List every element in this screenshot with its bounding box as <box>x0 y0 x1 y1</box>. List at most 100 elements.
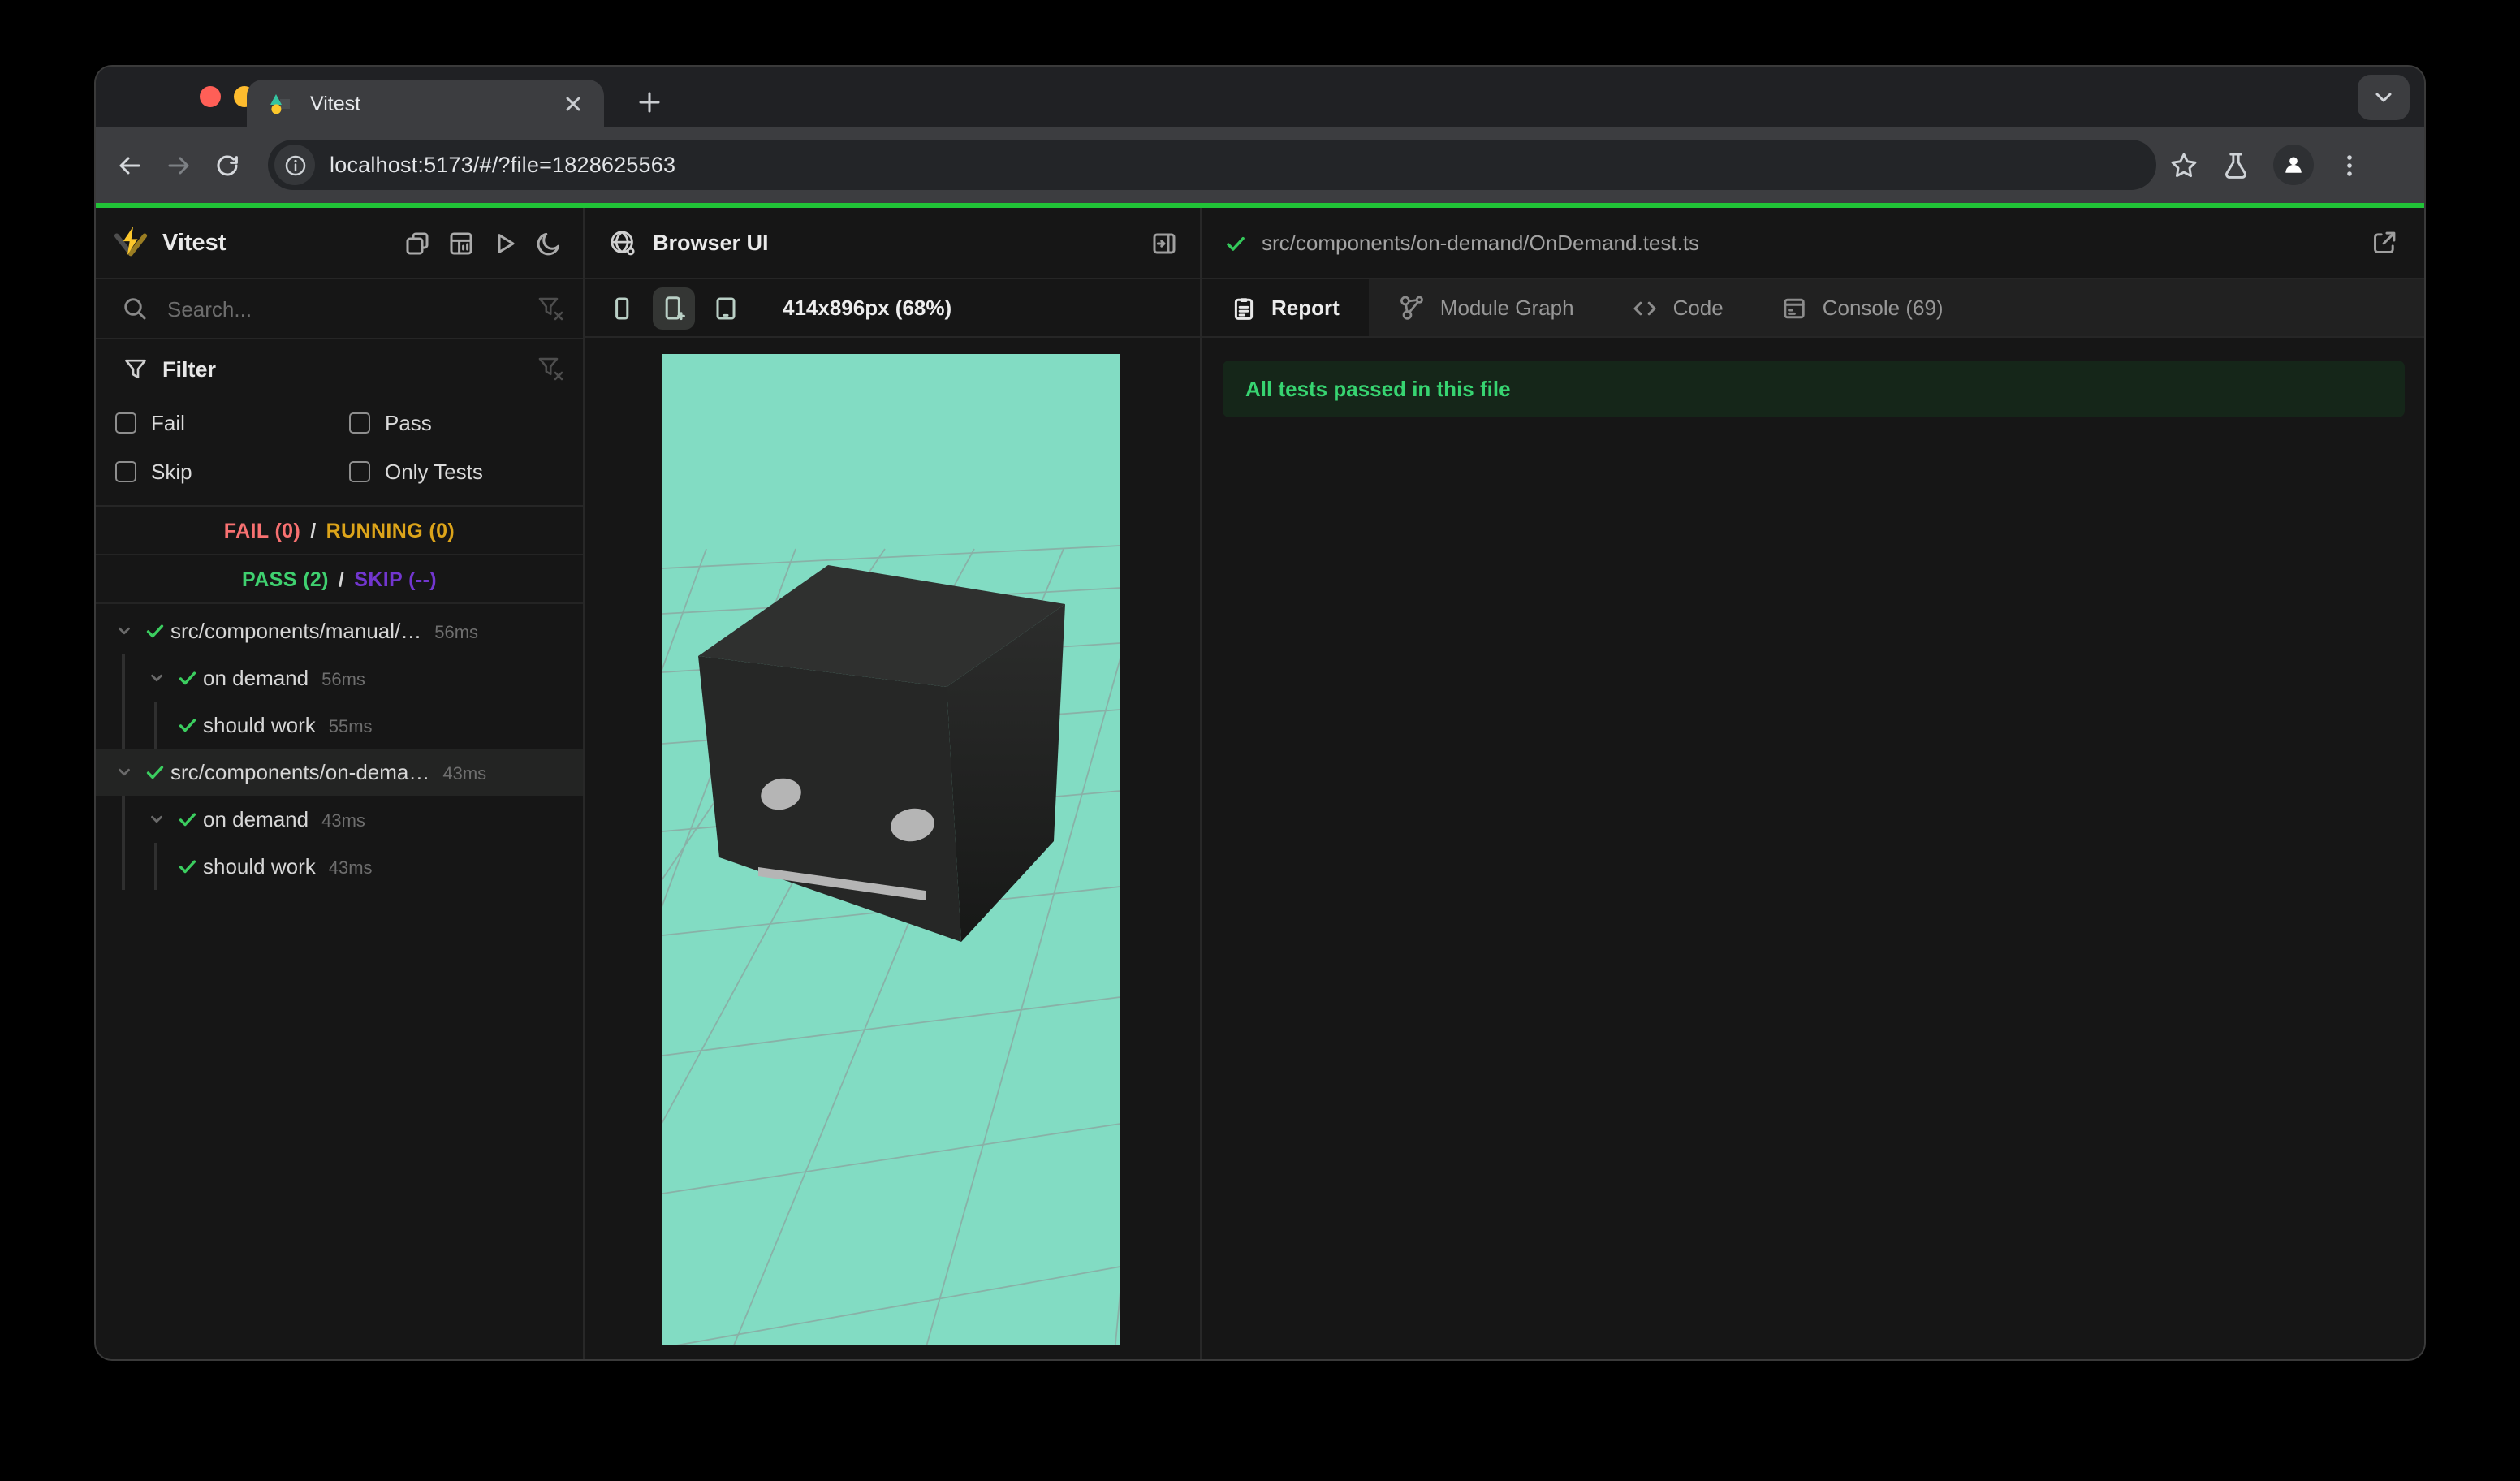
viewport-area <box>338 338 1200 1359</box>
dark-mode-icon[interactable] <box>534 228 563 257</box>
tab-label: Console (69) <box>1822 296 1944 320</box>
filter-option-only-tests[interactable]: Only Tests <box>349 447 583 495</box>
test-duration: 55ms <box>328 718 373 737</box>
close-window-button[interactable] <box>200 86 221 107</box>
test-case-row[interactable]: should work 55ms <box>96 702 583 749</box>
tab-title: Vitest <box>310 92 361 114</box>
search-row <box>96 279 583 339</box>
large-phone-viewport-button[interactable] <box>653 287 695 329</box>
tab-search-button[interactable] <box>2358 75 2410 120</box>
coverage-grid-icon[interactable] <box>447 228 476 257</box>
viewport-toolbar: 414x896px (68%) <box>585 279 1200 338</box>
chrome-toolbar: localhost:5173/#/?file=1828625563 <box>96 127 2424 203</box>
status-separator: / <box>338 568 345 590</box>
open-external-icon[interactable] <box>2371 229 2398 257</box>
profile-avatar[interactable] <box>2273 145 2314 185</box>
back-button[interactable] <box>106 140 154 189</box>
code-icon <box>1633 295 1659 321</box>
console-icon <box>1782 295 1808 321</box>
filter-option-pass[interactable]: Pass <box>349 398 583 447</box>
test-duration: 43ms <box>321 812 365 831</box>
browser-tab[interactable]: Vitest <box>247 80 604 127</box>
checkbox-label: Only Tests <box>385 459 483 483</box>
tree-indent-guide <box>122 654 124 702</box>
checkbox[interactable] <box>115 460 136 481</box>
status-separator: / <box>310 519 317 542</box>
search-input[interactable] <box>167 296 537 321</box>
clear-search-filter-icon[interactable] <box>537 296 563 322</box>
test-pass-check-icon <box>177 809 198 830</box>
tab-report[interactable]: Report <box>1202 279 1369 336</box>
toolbar-actions <box>2169 145 2362 185</box>
expand-chevron-icon[interactable] <box>148 668 167 688</box>
run-all-icon[interactable] <box>490 228 520 257</box>
checkbox[interactable] <box>349 460 370 481</box>
filter-option-skip[interactable]: Skip <box>115 447 349 495</box>
filter-funnel-icon <box>123 356 148 381</box>
tree-indent-guide <box>122 796 124 843</box>
report-panel: src/components/on-demand/OnDemand.test.t… <box>1202 208 2424 1359</box>
test-label: src/components/manual/… 56ms <box>170 619 479 643</box>
module-graph-icon <box>1398 294 1426 322</box>
test-case-row[interactable]: on demand 56ms <box>96 654 583 702</box>
dashboard-toggle-icon[interactable] <box>403 228 432 257</box>
tab-label: Code <box>1672 296 1724 320</box>
tab-module-graph[interactable]: Module Graph <box>1369 279 1603 336</box>
tablet-viewport-button[interactable] <box>705 287 747 329</box>
tab-label: Module Graph <box>1439 296 1574 320</box>
small-viewport-button[interactable] <box>601 287 643 329</box>
expand-chevron-icon[interactable] <box>115 621 135 641</box>
test-tree: src/components/manual/… 56ms on demand 56ms… <box>96 604 583 1359</box>
test-file-row[interactable]: src/components/on-dema… 43ms <box>96 749 583 796</box>
tab-console-69[interactable]: Console (69) <box>1753 279 1973 336</box>
test-duration: 43ms <box>442 765 487 784</box>
tab-code[interactable]: Code <box>1603 279 1753 336</box>
close-tab-icon[interactable] <box>559 89 588 118</box>
address-bar[interactable]: localhost:5173/#/?file=1828625563 <box>268 140 2156 190</box>
report-icon <box>1231 295 1257 321</box>
browser-ui-panel: Browser UI 414x896px (68%) <box>338 208 1202 1359</box>
site-info-icon[interactable] <box>274 145 315 185</box>
bookmark-star-icon[interactable] <box>2169 150 2199 179</box>
dock-panel-icon[interactable] <box>1151 230 1177 256</box>
checkbox[interactable] <box>349 412 370 433</box>
test-case-row[interactable]: on demand 43ms <box>96 796 583 843</box>
test-duration: 56ms <box>434 624 479 643</box>
checkbox[interactable] <box>115 412 136 433</box>
clear-filters-icon[interactable] <box>537 356 563 382</box>
test-label: on demand 56ms <box>203 666 365 690</box>
test-duration: 43ms <box>328 859 373 879</box>
report-tabs: Report Module Graph Code Console (69) <box>1202 279 2424 338</box>
globe-icon <box>609 229 636 257</box>
test-pass-check-icon <box>145 620 166 641</box>
3d-cube-scene <box>338 354 1152 1359</box>
menu-dots-icon[interactable] <box>2337 152 2362 178</box>
tree-indent-guide <box>122 843 124 890</box>
test-label: should work 55ms <box>203 713 373 737</box>
filter-option-fail[interactable]: Fail <box>115 398 349 447</box>
tree-indent-guide <box>154 702 157 749</box>
skip-count: SKIP (--) <box>354 568 438 590</box>
new-tab-button[interactable] <box>628 81 671 123</box>
file-pass-check-icon <box>1224 231 1247 254</box>
filter-section: Filter Fail Pass Skip Only Tests <box>96 339 583 507</box>
reload-button[interactable] <box>203 140 252 189</box>
tree-indent-guide <box>154 843 157 890</box>
forward-button[interactable] <box>154 140 203 189</box>
all-tests-passed-banner: All tests passed in this file <box>1223 361 2405 417</box>
expand-chevron-icon[interactable] <box>148 810 167 829</box>
tree-indent-guide <box>122 702 124 749</box>
filter-title: Filter <box>162 356 217 381</box>
tested-app-viewport[interactable] <box>338 354 1152 1359</box>
test-pass-check-icon <box>177 715 198 736</box>
test-duration: 56ms <box>321 671 365 690</box>
url-text[interactable]: localhost:5173/#/?file=1828625563 <box>330 153 675 177</box>
app-title: Vitest <box>162 230 227 256</box>
test-case-row[interactable]: should work 43ms <box>96 843 583 890</box>
report-body: All tests passed in this file <box>1202 338 2424 1359</box>
test-file-row[interactable]: src/components/manual/… 56ms <box>96 607 583 654</box>
test-label: should work 43ms <box>203 854 373 879</box>
expand-chevron-icon[interactable] <box>115 762 135 782</box>
experiments-flask-icon[interactable] <box>2221 150 2250 179</box>
status-line-2: PASS (2) / SKIP (--) <box>96 555 583 604</box>
